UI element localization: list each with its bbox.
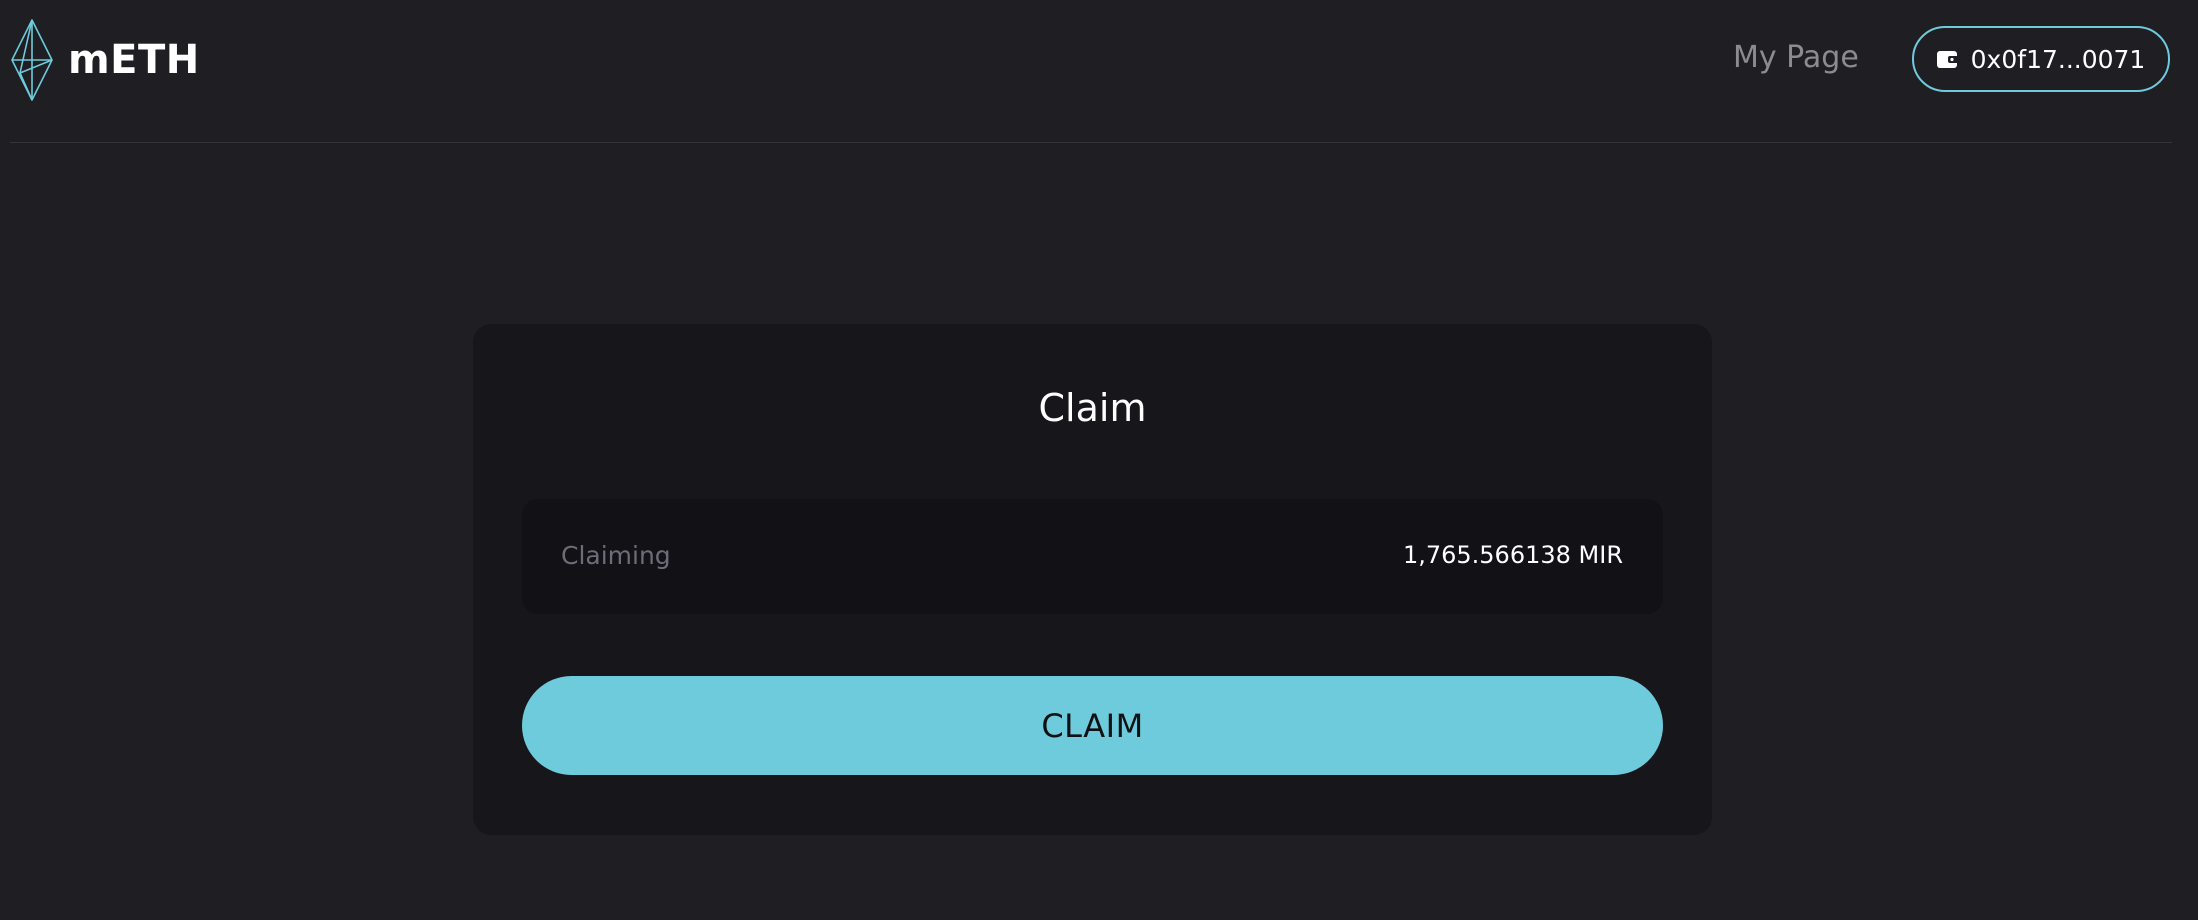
logo-text: mETH (68, 37, 200, 83)
claiming-label: Claiming (561, 541, 671, 570)
claiming-amount: 1,765.566138 MIR (1402, 541, 1623, 569)
nav-my-page-link[interactable]: My Page (1733, 40, 1859, 75)
claim-card: Claim Claiming 1,765.566138 MIR CLAIM (473, 324, 1712, 835)
ethereum-diamond-icon (11, 19, 53, 101)
header-divider (10, 142, 2172, 143)
logo[interactable]: mETH (10, 18, 200, 102)
claiming-row: Claiming 1,765.566138 MIR (522, 499, 1663, 614)
wallet-button[interactable]: 0x0f17...0071 (1912, 26, 2170, 92)
wallet-address: 0x0f17...0071 (1970, 44, 2146, 74)
claim-button[interactable]: CLAIM (522, 676, 1663, 775)
card-title: Claim (1038, 386, 1147, 430)
page: mETH My Page 0x0f17...0071 Claim Claimin… (0, 0, 2198, 920)
header: mETH My Page 0x0f17...0071 (0, 0, 2198, 143)
wallet-icon (1936, 51, 1959, 68)
